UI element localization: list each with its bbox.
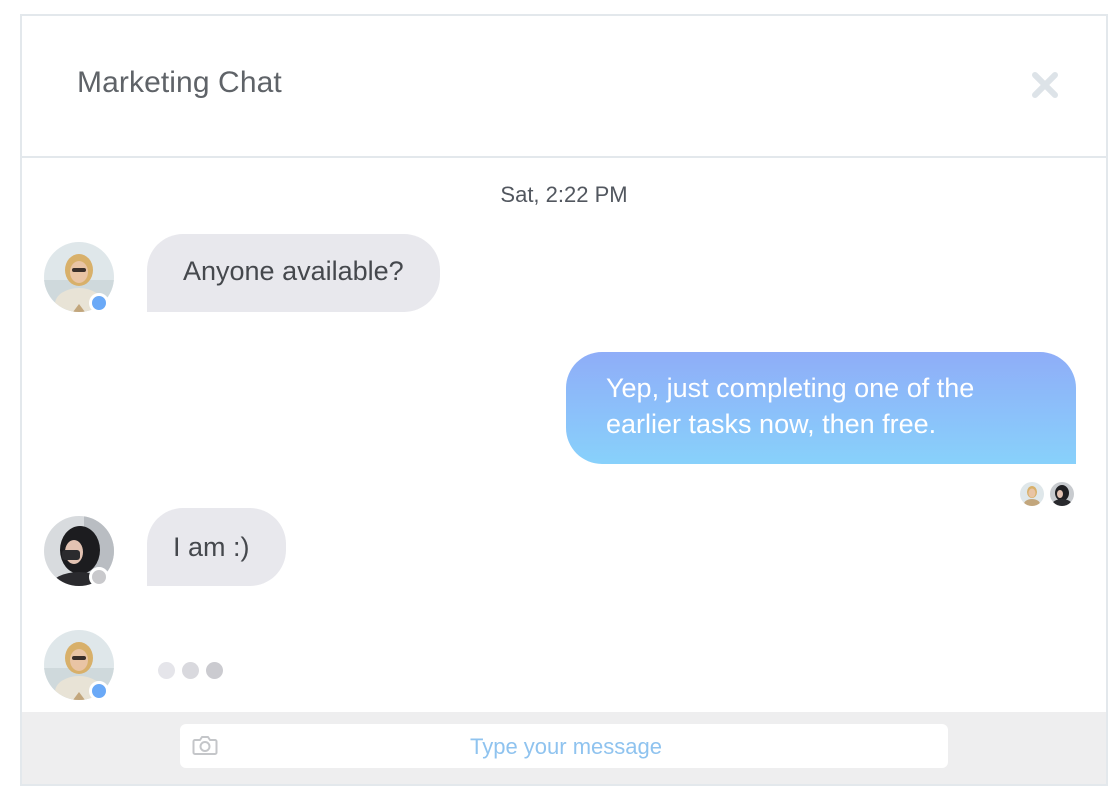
message-row: I am :) bbox=[22, 508, 1106, 588]
message-timestamp: Sat, 2:22 PM bbox=[500, 182, 628, 207]
typing-dot bbox=[182, 662, 199, 679]
chat-title: Marketing Chat bbox=[77, 66, 282, 99]
typing-dot bbox=[206, 662, 223, 679]
message-row: Yep, just completing one of the earlier … bbox=[22, 352, 1106, 512]
offline-status-dot bbox=[89, 567, 109, 587]
message-bubble: Anyone available? bbox=[147, 234, 440, 312]
message-bubble-outgoing: Yep, just completing one of the earlier … bbox=[566, 352, 1076, 464]
typing-dot bbox=[158, 662, 175, 679]
message-bubble: I am :) bbox=[147, 508, 286, 586]
seen-avatar-dark-haired-woman bbox=[1048, 480, 1076, 508]
camera-icon[interactable] bbox=[192, 734, 218, 756]
online-status-dot bbox=[89, 681, 109, 701]
message-input[interactable] bbox=[230, 724, 902, 770]
message-row: Anyone available? bbox=[22, 234, 1106, 314]
typing-indicator-row bbox=[22, 622, 1106, 702]
message-input-box[interactable] bbox=[180, 724, 948, 770]
chat-window: Marketing Chat Sat, 2:22 PM Anyone avail… bbox=[20, 14, 1108, 786]
message-composer bbox=[22, 712, 1106, 784]
online-status-dot bbox=[89, 293, 109, 313]
chat-header: Marketing Chat bbox=[22, 16, 1106, 158]
close-icon[interactable] bbox=[1030, 70, 1060, 100]
seen-avatar-blonde-woman bbox=[1018, 480, 1046, 508]
